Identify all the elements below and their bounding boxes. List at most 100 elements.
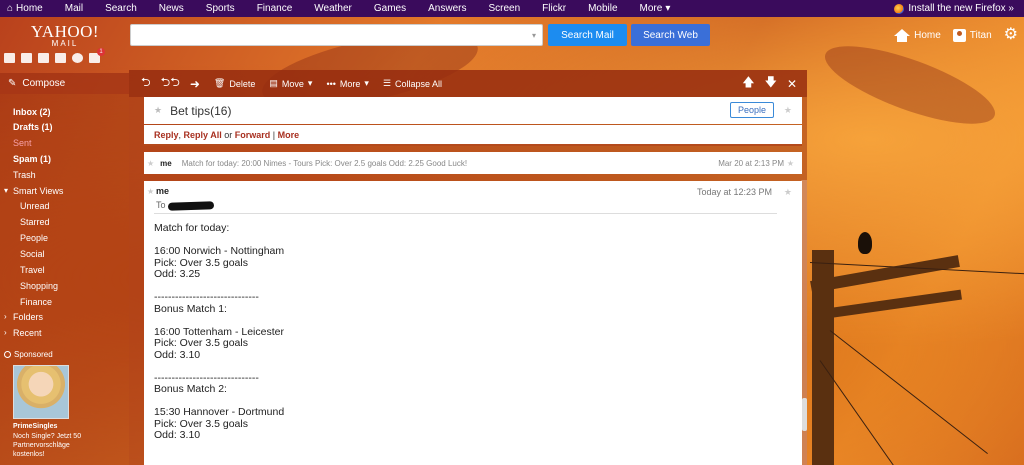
open-message: ★ me To Today at 12:23 PM ★ Match for to… — [144, 181, 802, 465]
notepad-icon[interactable] — [55, 53, 66, 63]
mail-icon[interactable] — [4, 53, 15, 63]
sidebar-item-recent[interactable]: › Recent — [4, 328, 42, 338]
scrollbar-thumb[interactable] — [802, 398, 807, 431]
nav-search[interactable]: Search — [94, 3, 148, 14]
folder-icon: ▤ — [269, 78, 278, 88]
collapse-icon: ☰ — [382, 78, 392, 88]
nav-mail[interactable]: Mail — [54, 3, 94, 14]
ad-image[interactable] — [13, 365, 69, 419]
more-button[interactable]: ••• More ▾ — [326, 78, 369, 89]
nav-finance[interactable]: Finance — [246, 3, 304, 14]
sidebar-item-inbox[interactable]: Inbox (2) — [13, 107, 51, 117]
firefox-icon — [894, 3, 905, 14]
body-line: Bonus Match 2: — [154, 383, 227, 395]
sidebar-item-finance[interactable]: Finance — [20, 297, 52, 307]
sidebar-item-people[interactable]: People — [20, 233, 48, 243]
pencil-icon: ✎ — [8, 78, 17, 89]
decorative-wire — [829, 330, 988, 455]
arrow-down-icon[interactable]: 🡇 — [765, 73, 777, 94]
newsfeed-icon[interactable]: 1 — [89, 48, 105, 63]
message-sender: me — [160, 158, 172, 168]
home-link[interactable]: Home — [894, 28, 941, 42]
sidebar-item-smart-views[interactable]: ▾ Smart Views — [4, 186, 63, 196]
nav-weather[interactable]: Weather — [303, 3, 363, 14]
nav-home[interactable]: ⌂ Home — [0, 3, 54, 14]
nav-screen[interactable]: Screen — [477, 3, 531, 14]
install-firefox-link[interactable]: Install the new Firefox » — [894, 3, 1024, 14]
chevron-right-icon: › — [4, 328, 7, 337]
chevron-down-icon: ▾ — [307, 78, 313, 88]
ellipsis-icon: ••• — [326, 78, 336, 89]
people-button[interactable]: People — [729, 102, 774, 118]
user-link[interactable]: Titan — [952, 28, 992, 42]
sidebar-item-social[interactable]: Social — [20, 249, 45, 259]
background-texture — [816, 30, 1004, 140]
body-line: Odd: 3.10 — [154, 429, 201, 441]
nav-flickr[interactable]: Flickr — [531, 3, 577, 14]
sidebar-item-shopping[interactable]: Shopping — [20, 281, 58, 291]
chevron-down-icon: ▾ — [665, 3, 671, 14]
home-icon — [894, 28, 911, 42]
nav-news[interactable]: News — [148, 3, 195, 14]
body-line: Odd: 3.10 — [154, 348, 201, 361]
sidebar-item-trash[interactable]: Trash — [13, 170, 36, 180]
sidebar-item-starred[interactable]: Starred — [20, 217, 50, 227]
message-date: Mar 20 at 2:13 PM — [718, 158, 784, 168]
message-toolbar: ⮌ ⮌⮌ ➜ 🗑 Delete ▤ Move ▾ ••• More ▾ ☰ Collapse… — [129, 70, 807, 97]
collapsed-message[interactable]: ★ me Match for today: 20:00 Nimes - Tour… — [144, 152, 802, 174]
nav-answers[interactable]: Answers — [417, 3, 477, 14]
notification-badge: 1 — [97, 48, 105, 56]
messenger-icon[interactable] — [72, 53, 83, 63]
reply-all-link[interactable]: Reply All — [184, 130, 222, 140]
body-line: Odd: 3.25 — [154, 268, 201, 280]
star-icon[interactable]: ★ — [784, 105, 792, 116]
gear-icon[interactable]: ⚙ — [1004, 27, 1018, 43]
move-button[interactable]: ▤ Move ▾ — [269, 78, 312, 89]
info-icon — [4, 351, 11, 358]
sidebar-item-drafts[interactable]: Drafts (1) — [13, 122, 53, 132]
sidebar-item-folders[interactable]: › Folders — [4, 312, 43, 322]
star-icon[interactable]: ★ — [147, 187, 154, 196]
header-right: Home Titan ⚙ — [894, 27, 1018, 43]
search-web-button[interactable]: Search Web — [631, 24, 710, 46]
sidebar-item-spam[interactable]: Spam (1) — [13, 154, 51, 164]
message-sender[interactable]: me — [156, 186, 169, 196]
star-icon[interactable]: ★ — [147, 159, 154, 168]
chevron-down-icon: ▾ — [364, 78, 369, 88]
delete-button[interactable]: 🗑 Delete — [214, 78, 255, 89]
reply-all-icon[interactable]: ⮌⮌ — [161, 73, 180, 94]
top-navigation: ⌂ Home Mail Search News Sports Finance We… — [0, 0, 1024, 17]
nav-sports[interactable]: Sports — [195, 3, 246, 14]
message-date: Today at 12:23 PM — [696, 187, 772, 197]
body-line: 16:00 Norwich - Nottingham — [154, 245, 285, 257]
search-input[interactable] — [131, 25, 532, 45]
forward-icon[interactable]: ➜ — [190, 77, 200, 91]
separator: | — [272, 129, 276, 140]
sidebar-item-sent[interactable]: Sent — [13, 138, 32, 148]
forward-link[interactable]: Forward — [235, 130, 271, 140]
reply-link[interactable]: Reply — [154, 130, 179, 140]
ad-title[interactable]: PrimeSingles — [13, 423, 57, 430]
collapse-all-button[interactable]: ☰ Collapse All — [383, 78, 442, 89]
reply-icon[interactable]: ⮌ — [141, 73, 151, 94]
more-link[interactable]: More — [278, 130, 300, 140]
search-mail-button[interactable]: Search Mail — [548, 24, 627, 46]
yahoo-mail-logo[interactable]: YAHOO! MAIL — [30, 22, 100, 48]
compose-button[interactable]: ✎ Compose — [0, 73, 129, 94]
sidebar-item-unread[interactable]: Unread — [20, 201, 50, 211]
star-icon[interactable]: ★ — [787, 159, 794, 168]
nav-games[interactable]: Games — [363, 3, 417, 14]
nav-mobile[interactable]: Mobile — [577, 3, 628, 14]
star-icon[interactable]: ★ — [784, 187, 792, 198]
ad-text[interactable]: Noch Single? Jetzt 50 Partnervorschläge … — [13, 432, 99, 459]
star-icon[interactable]: ★ — [154, 105, 162, 116]
close-icon[interactable]: ✕ — [787, 77, 797, 91]
chevron-down-icon[interactable]: ▾ — [532, 31, 536, 40]
message-recipient: To — [156, 200, 215, 211]
arrow-up-icon[interactable]: 🡅 — [742, 73, 754, 94]
sidebar-item-travel[interactable]: Travel — [20, 265, 45, 275]
toolbar-nav: 🡅 🡇 ✕ — [742, 73, 807, 94]
nav-more[interactable]: More ▾ — [629, 3, 682, 14]
calendar-icon[interactable] — [38, 53, 49, 63]
contacts-icon[interactable] — [21, 53, 32, 63]
